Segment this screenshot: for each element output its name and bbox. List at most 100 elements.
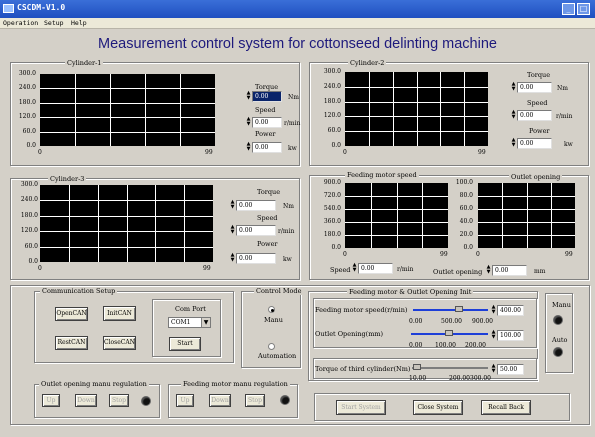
com-start-button[interactable]: Start [169, 337, 201, 351]
manu-led [553, 315, 563, 325]
feed-down-button[interactable]: Down [209, 394, 231, 407]
manu-radio[interactable] [268, 306, 275, 313]
y-tick-label: 120.0 [18, 113, 36, 121]
outlet-init-slider-thumb[interactable] [445, 330, 453, 336]
outlet-manu-led [141, 396, 151, 406]
feed-init-field[interactable]: 400.00 [497, 305, 524, 316]
y-tick-label: 60.0 [459, 205, 473, 212]
outlet-stop-button[interactable]: Stop [109, 394, 129, 407]
cylinder-2-torque-field[interactable]: 0.00 [517, 82, 552, 93]
menu-setup[interactable]: Setup [44, 19, 64, 27]
cylinder-1-power-field[interactable]: 0.00 [252, 142, 282, 153]
outlet-x-start: 0 [476, 251, 480, 258]
close-system-button[interactable]: Close System [413, 400, 463, 415]
manu-led-label: Manu [552, 301, 571, 309]
y-tick-label: 100.0 [455, 179, 473, 186]
opencan-button[interactable]: OpenCAN [55, 307, 88, 321]
automation-radio[interactable] [268, 343, 275, 350]
start-system-button[interactable]: Start System [336, 400, 386, 415]
y-tick-label: 300.0 [20, 181, 38, 188]
y-tick-label: 0.0 [331, 244, 341, 251]
cylinder-2-speed-label: Speed [527, 99, 548, 107]
initcan-button[interactable]: InitCAN [103, 306, 136, 321]
feed-stop-button[interactable]: Stop [245, 394, 265, 407]
cylinder-2-torque-spinner[interactable]: ▲ ▼ [511, 82, 516, 93]
grid-line [392, 72, 394, 146]
cylinder-3-power-unit: kw [283, 256, 292, 263]
outlet-up-button[interactable]: Up [42, 394, 60, 407]
y-tick-label: 240.0 [18, 84, 36, 92]
feed-scale-min: 0.00 [409, 318, 423, 325]
y-tick-label: 720.0 [323, 192, 341, 199]
cylinder-1-power-spinner[interactable]: ▲ ▼ [246, 142, 251, 153]
cylinder-1-torque-spinner[interactable]: ▲ ▼ [246, 91, 251, 102]
cylinder-2-power-field[interactable]: 0.00 [517, 138, 552, 149]
outlet-opening-chart [478, 183, 575, 248]
y-tick-label: 80.0 [459, 192, 473, 199]
torque-init-slider-thumb[interactable] [413, 364, 421, 370]
feeding-speed-spinner[interactable]: ▲ ▼ [352, 263, 357, 274]
grid-line [526, 183, 528, 248]
cylinder-3-power-field[interactable]: 0.00 [236, 253, 276, 264]
com-port-value: COM1 [171, 319, 191, 326]
cylinder-2-chart [345, 72, 488, 146]
grid-line [184, 185, 186, 262]
grid-line [40, 117, 215, 119]
y-tick-label: 60.0 [327, 127, 341, 135]
outlet-down-button[interactable]: Down [75, 394, 97, 407]
cylinder-1-torque-field[interactable]: 0.00 [252, 91, 282, 102]
feeding-manu-title: Feeding motor manu regulation [181, 380, 290, 388]
cylinder-2-speed-spinner[interactable]: ▲ ▼ [511, 110, 516, 121]
cylinder-3-power-spinner[interactable]: ▲ ▼ [230, 253, 235, 264]
maximize-button[interactable]: □ [577, 3, 590, 15]
outlet-opening-field[interactable]: 0.00 [492, 265, 527, 276]
torque-scale-mid: 200.00 [449, 375, 470, 382]
cylinder-1-title: Cylinder-1 [65, 59, 104, 67]
recall-back-button[interactable]: Recall Back [481, 400, 531, 415]
cylinder-1-speed-label: Speed [255, 106, 276, 114]
cylinder-1-speed-spinner[interactable]: ▲ ▼ [246, 117, 251, 128]
outlet-init-field[interactable]: 100.00 [497, 330, 524, 341]
y-tick-label: 300.0 [18, 70, 36, 77]
minimize-button[interactable]: _ [562, 3, 575, 15]
cylinder-3-torque-spinner[interactable]: ▲ ▼ [230, 200, 235, 211]
grid-line [126, 185, 128, 262]
y-tick-label: 240.0 [323, 82, 341, 90]
cylinder-3-speed-field[interactable]: 0.00 [236, 225, 276, 236]
grid-line [40, 131, 215, 133]
menu-help[interactable]: Help [71, 19, 87, 27]
resetcan-button[interactable]: RestCAN [55, 336, 88, 350]
feeding-speed-field[interactable]: 0.00 [358, 263, 393, 274]
grid-line [40, 88, 215, 90]
grid-line [75, 74, 76, 146]
cylinder-3-speed-unit: r/min [278, 228, 295, 235]
auto-led-label: Auto [552, 336, 568, 344]
feed-init-slider-thumb[interactable] [455, 306, 463, 312]
feed-up-button[interactable]: Up [176, 394, 194, 407]
y-tick-label: 0.0 [463, 244, 473, 251]
grid-line [368, 72, 370, 146]
com-port-select[interactable]: COM1 ▼ [168, 317, 211, 328]
torque-init-field[interactable]: 50.00 [497, 364, 524, 375]
grid-line [155, 185, 157, 262]
y-tick-label: 60.0 [24, 242, 38, 250]
torque-scale-min: 10.00 [409, 375, 427, 382]
cylinder-3-speed-spinner[interactable]: ▲ ▼ [230, 225, 235, 236]
torque-init-spinner[interactable]: ▲ ▼ [491, 364, 496, 375]
grid-line [145, 74, 146, 146]
cylinder-1-speed-field[interactable]: 0.00 [252, 117, 282, 128]
closecan-button[interactable]: CloseCAN [103, 336, 136, 350]
cylinder-2-title: Cylinder-2 [348, 59, 387, 67]
outlet-opening-spinner[interactable]: ▲ ▼ [486, 265, 491, 276]
torque-init-slider[interactable] [412, 367, 488, 369]
feed-init-slider[interactable] [413, 309, 488, 311]
menu-operation[interactable]: Operation [3, 19, 38, 27]
feed-init-spinner[interactable]: ▲ ▼ [491, 305, 496, 316]
cylinder-3-torque-unit: Nm [283, 203, 294, 210]
cylinder-2-speed-field[interactable]: 0.00 [517, 110, 552, 121]
outlet-init-spinner[interactable]: ▲ ▼ [491, 330, 496, 341]
chevron-down-icon[interactable]: ▼ [201, 318, 210, 327]
cylinder-2-power-spinner[interactable]: ▲ ▼ [511, 138, 516, 149]
cylinder-3-torque-field[interactable]: 0.00 [236, 200, 276, 211]
control-mode-title: Control Mode [254, 287, 304, 295]
